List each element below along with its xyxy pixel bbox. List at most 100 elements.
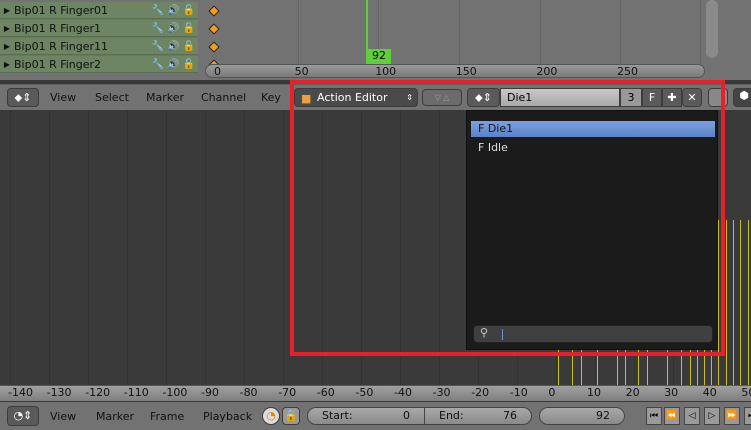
start-frame-field[interactable]: Start: 0	[307, 407, 425, 425]
speaker-icon[interactable]: 🔊	[167, 41, 179, 52]
jump-end-icon[interactable]: ⏭	[744, 407, 751, 425]
ruler-tick-label: -100	[162, 386, 188, 399]
ruler-tick-label: -80	[239, 386, 258, 399]
current-frame-field[interactable]: 92	[539, 407, 625, 425]
channel-name: Bip01 R Finger11	[14, 39, 109, 53]
ruler-tick-label: 30	[664, 386, 679, 399]
channel-row[interactable]: ▶ Bip01 R Finger1 🔧 🔊 🔓	[0, 20, 198, 37]
menu-playback[interactable]: Playback	[203, 410, 252, 423]
channel-name: Bip01 R Finger1	[14, 21, 102, 35]
grid-line	[49, 110, 50, 385]
menu-channel[interactable]: Channel	[201, 91, 246, 104]
keyframe-line	[740, 220, 741, 385]
lock-open-icon[interactable]: 🔓	[183, 5, 195, 16]
ruler-tick-label: 50	[741, 386, 751, 399]
start-label: Start:	[322, 409, 353, 422]
ruler-tick-label: -90	[201, 386, 219, 399]
ruler-tick-label: -30	[432, 386, 451, 399]
prev-keyframe-icon[interactable]: ⏪	[664, 407, 680, 425]
menu-frame[interactable]: Frame	[150, 410, 184, 423]
grid-line	[700, 0, 701, 64]
grid-line	[166, 110, 167, 385]
keyframe-icon[interactable]	[208, 23, 220, 35]
channel-name: Bip01 R Finger2	[14, 57, 102, 71]
grid-line	[540, 0, 541, 64]
play-reverse-icon[interactable]: ◁	[684, 407, 700, 425]
menu-marker[interactable]: Marker	[146, 91, 184, 104]
menu-marker[interactable]: Marker	[96, 410, 134, 423]
ruler-tick-label: -40	[394, 386, 412, 399]
ruler-tick-label: -60	[316, 386, 335, 399]
ruler-tick-label: -10	[509, 386, 528, 399]
ruler-tick-label: 150	[455, 65, 477, 78]
menu-view[interactable]: View	[50, 410, 76, 423]
lock-icon[interactable]: 🔒	[282, 407, 300, 425]
lock-open-icon[interactable]: 🔓	[183, 41, 195, 52]
grid-line	[244, 110, 245, 385]
ruler-tick-label: 100	[375, 65, 397, 78]
wrench-icon[interactable]: 🔧	[152, 23, 164, 34]
shape-icon[interactable]: ⬢	[733, 88, 751, 107]
grid-line	[620, 0, 621, 64]
channel-row[interactable]: ▶ Bip01 R Finger01 🔧 🔊 🔓	[0, 2, 198, 19]
ruler-tick-label: 50	[294, 65, 309, 78]
grid-line	[127, 110, 128, 385]
editor-type-button[interactable]: ◔⇕	[7, 406, 39, 426]
menu-key[interactable]: Key	[261, 91, 281, 104]
ruler-tick-label: -120	[85, 386, 111, 399]
lock-open-icon[interactable]: 🔓	[183, 59, 195, 70]
wrench-icon[interactable]: 🔧	[152, 5, 164, 16]
lock-open-icon[interactable]: 🔓	[183, 23, 195, 34]
menu-view[interactable]: View	[50, 91, 76, 104]
expand-triangle-icon[interactable]: ▶	[0, 42, 14, 51]
jump-start-icon[interactable]: ⏮	[646, 407, 662, 425]
speaker-icon[interactable]: 🔊	[167, 23, 179, 34]
wrench-icon[interactable]: 🔧	[152, 59, 164, 70]
grid-line	[88, 110, 89, 385]
speaker-icon[interactable]: 🔊	[167, 59, 179, 70]
next-keyframe-icon[interactable]: ⏩	[724, 407, 740, 425]
keyframe-icon[interactable]	[208, 5, 220, 17]
keyframe-line	[733, 220, 734, 385]
channel-name: Bip01 R Finger01	[14, 3, 109, 17]
ruler-tick-label: -50	[355, 386, 374, 399]
highlight-box	[290, 80, 725, 356]
current-frame-badge[interactable]: 92	[367, 49, 391, 64]
grid-line	[459, 0, 460, 64]
expand-triangle-icon[interactable]: ▶	[0, 24, 14, 33]
end-label: End:	[439, 409, 464, 422]
keyframe-icon[interactable]	[208, 41, 220, 53]
play-icon[interactable]: ▷	[704, 407, 720, 425]
expand-triangle-icon[interactable]: ▶	[0, 6, 14, 15]
end-frame-field[interactable]: End: 76	[424, 407, 532, 425]
grid-line	[298, 0, 299, 64]
channel-row[interactable]: ▶ Bip01 R Finger11 🔧 🔊 🔓	[0, 38, 198, 55]
grid-line	[10, 110, 11, 385]
ruler-tick-label: 200	[536, 65, 558, 78]
current-frame-value: 92	[596, 409, 610, 422]
grid-line	[283, 110, 284, 385]
speaker-icon[interactable]: 🔊	[167, 5, 179, 16]
timeline-header: ◔⇕ ◔ 🔒 Start: 0 End: 76 92 ⏮ ⏪ ◁ ▷ ⏩ ⏭ V…	[0, 402, 751, 430]
timeline-ruler[interactable]: -140 -130 -120 -110 -100 -90 -80 -70 -60 -50 -40 -3…	[0, 385, 751, 401]
ruler-tick-label: 20	[625, 386, 640, 399]
ruler-tick-label: -70	[278, 386, 297, 399]
expand-triangle-icon[interactable]: ▶	[0, 60, 14, 69]
ruler-tick-label: -130	[46, 386, 72, 399]
keying-icon[interactable]: ◔	[262, 407, 280, 425]
frame-ruler[interactable]: 0 50 100 150 200 250	[205, 64, 705, 78]
keyframe-line	[726, 220, 727, 385]
ruler-tick-label: 10	[587, 386, 601, 399]
ruler-tick-label: 250	[617, 65, 638, 78]
end-value: 76	[503, 409, 517, 422]
ruler-tick-label: 0	[548, 386, 556, 399]
menu-select[interactable]: Select	[95, 91, 129, 104]
channel-row[interactable]: ▶ Bip01 R Finger2 🔧 🔊 🔓	[0, 56, 198, 73]
ruler-tick-label: -140	[8, 386, 33, 399]
wrench-icon[interactable]: 🔧	[152, 41, 164, 52]
keyframe-line	[748, 220, 749, 385]
grid-line	[205, 110, 206, 385]
editor-type-button[interactable]: ⬥⇕	[7, 88, 39, 107]
scrollbar[interactable]	[706, 0, 718, 58]
ruler-tick-label: -20	[471, 386, 490, 399]
